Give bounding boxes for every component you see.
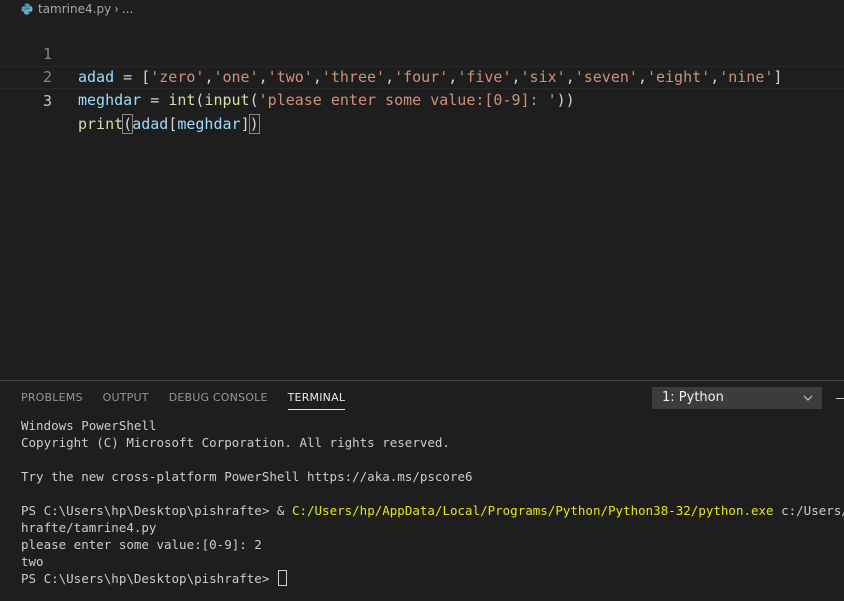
tab-problems[interactable]: PROBLEMS <box>21 381 83 415</box>
terminal-text: C:/Users/hp/AppData/Local/Programs/Pytho… <box>291 503 774 518</box>
code-token: print <box>78 115 124 133</box>
terminal-line: Try the new cross-platform PowerShell ht… <box>21 468 844 485</box>
code-token: meghdar <box>177 115 241 133</box>
terminal-text: please enter some value:[0-9]: 2 <box>21 537 262 552</box>
chevron-down-icon <box>803 395 813 401</box>
code-token: [ <box>168 115 178 133</box>
tab-output[interactable]: OUTPUT <box>103 381 149 415</box>
terminal-line: PS C:\Users\hp\Desktop\pishrafte> & C:/U… <box>21 502 844 519</box>
plus-icon[interactable] <box>836 398 844 399</box>
tab-terminal[interactable]: TERMINAL <box>287 381 346 415</box>
terminal-text: PS C:\Users\hp\Desktop\pishrafte> <box>21 571 277 586</box>
breadcrumb-ellipsis[interactable]: ... <box>122 2 133 16</box>
terminal-line: two <box>21 553 844 570</box>
code-token: ( <box>249 91 259 109</box>
code-content[interactable]: meghdar = int(input('please enter some v… <box>78 89 575 112</box>
panel-tabs: PROBLEMS OUTPUT DEBUG CONSOLE TERMINAL <box>21 381 365 415</box>
terminal-text: Try the new cross-platform PowerShell ht… <box>21 469 473 484</box>
breadcrumb: tamrine4.py › ... <box>0 0 844 18</box>
code-token: adad <box>132 115 169 133</box>
code-token: 'please enter some value:[0-9]: ' <box>258 91 557 109</box>
python-icon <box>21 3 33 15</box>
terminal-output[interactable]: Windows PowerShell Copyright (C) Microsof… <box>21 417 844 587</box>
terminal-line: hrafte/tamrine4.py <box>21 519 844 536</box>
code-editor[interactable]: 1 adad = ['zero','one','two','three','fo… <box>0 19 844 379</box>
terminal-text: Windows PowerShell <box>21 418 157 433</box>
terminal-cursor <box>277 570 287 586</box>
terminal-select-value: 1: Python <box>662 390 724 405</box>
terminal-text: PS C:\Users\hp\Desktop\pishrafte> & <box>21 503 292 518</box>
line-number: 3 <box>42 92 52 110</box>
code-line-1[interactable]: 1 adad = ['zero','one','two','three','fo… <box>0 20 844 86</box>
breadcrumb-separator: › <box>114 2 119 16</box>
bottom-panel: PROBLEMS OUTPUT DEBUG CONSOLE TERMINAL 1… <box>0 380 844 601</box>
code-token: input <box>204 91 250 109</box>
code-content[interactable]: print(adad[meghdar]) <box>78 113 260 136</box>
terminal-line: Copyright (C) Microsoft Corporation. All… <box>21 434 844 451</box>
terminal-line: Windows PowerShell <box>21 417 844 434</box>
breadcrumb-file[interactable]: tamrine4.py <box>38 2 111 16</box>
code-token: )) <box>556 91 575 109</box>
terminal-line: PS C:\Users\hp\Desktop\pishrafte> <box>21 570 844 587</box>
terminal-text: c:/Users/hp/Deskt <box>781 503 844 518</box>
terminal-text: hrafte/tamrine4.py <box>21 520 157 535</box>
code-token: ] <box>240 115 250 133</box>
terminal-text: Copyright (C) Microsoft Corporation. All… <box>21 435 450 450</box>
terminal-text: two <box>21 554 44 569</box>
terminal-line: please enter some value:[0-9]: 2 <box>21 536 844 553</box>
code-token: ) <box>248 114 260 134</box>
code-token: int <box>168 91 196 109</box>
code-token: meghdar <box>78 91 142 109</box>
code-line-2[interactable]: 2 meghdar = int(input('please enter some… <box>0 43 844 109</box>
terminal-select[interactable]: 1: Python <box>652 387 822 409</box>
code-token: ( <box>122 114 134 134</box>
code-token: = <box>141 91 169 109</box>
tab-debug-console[interactable]: DEBUG CONSOLE <box>169 381 268 415</box>
code-line-3[interactable]: 3 print(adad[meghdar]) <box>0 66 844 134</box>
